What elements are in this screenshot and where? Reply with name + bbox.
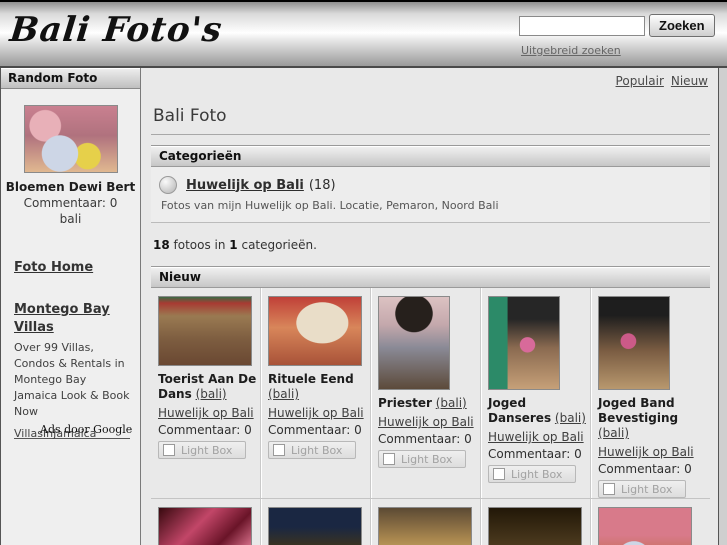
lightbox-checkbox[interactable] bbox=[273, 444, 285, 456]
populair-link[interactable]: Populair bbox=[616, 74, 664, 88]
random-foto-thumbnail[interactable] bbox=[23, 105, 118, 173]
photo-album-link[interactable]: Huwelijk op Bali bbox=[488, 430, 584, 444]
photo-card: Joged Danseres (bali) Huwelijk op Bali C… bbox=[481, 288, 591, 498]
photo-thumbnail[interactable] bbox=[378, 296, 450, 390]
photo-thumbnail[interactable] bbox=[158, 296, 252, 366]
category-bullet-icon bbox=[159, 176, 177, 194]
sidebar: Random Foto Bloemen Dewi Bert Commentaar… bbox=[1, 68, 141, 545]
lightbox-label: Light Box bbox=[621, 482, 673, 496]
foto-home-link[interactable]: Foto Home bbox=[14, 260, 93, 275]
photo-title: Rituele Eend bbox=[268, 372, 354, 386]
photo-card: Gekken Op Zn bbox=[151, 499, 261, 545]
lightbox-button[interactable]: Light Box bbox=[598, 480, 686, 498]
nieuw-link[interactable]: Nieuw bbox=[671, 74, 708, 88]
categories-section-header: Categorieën bbox=[151, 145, 710, 167]
photo-card: Gek bbox=[261, 499, 371, 545]
lightbox-button[interactable]: Light Box bbox=[488, 465, 576, 483]
photo-album-link[interactable]: Huwelijk op Bali bbox=[378, 415, 474, 429]
search-input[interactable] bbox=[519, 15, 645, 36]
summary-text-end: categorieën. bbox=[237, 238, 317, 252]
main-content: Populair Nieuw Bali Foto Categorieën Huwe… bbox=[141, 68, 718, 545]
photo-thumbnail[interactable] bbox=[158, 507, 252, 545]
lightbox-label: Light Box bbox=[181, 443, 233, 457]
site-logo: Bali Foto's bbox=[7, 10, 225, 50]
random-foto-block: Bloemen Dewi Bert Commentaar: 0 bali bbox=[1, 89, 140, 226]
category-description: Fotos van mijn Huwelijk op Bali. Locatie… bbox=[161, 199, 499, 212]
page-body: Random Foto Bloemen Dewi Bert Commentaar… bbox=[0, 68, 719, 545]
photo-comment: Commentaar: 0 bbox=[378, 432, 472, 446]
lightbox-checkbox[interactable] bbox=[383, 453, 395, 465]
photo-thumbnail[interactable] bbox=[598, 296, 670, 390]
lightbox-checkbox[interactable] bbox=[603, 483, 615, 495]
photo-card: Duurt Het Lang bbox=[591, 499, 701, 545]
photo-thumbnail[interactable] bbox=[488, 507, 582, 545]
photo-card: Joged Band Bevestiging (bali) Huwelijk o… bbox=[591, 288, 701, 498]
ads-by-google-label[interactable]: Ads door Google bbox=[40, 423, 132, 436]
photo-album-link[interactable]: Huwelijk op Bali bbox=[598, 445, 694, 459]
random-foto-category: bali bbox=[59, 212, 82, 226]
random-foto-header: Random Foto bbox=[1, 68, 140, 89]
summary-category-count: 1 bbox=[229, 238, 238, 252]
lightbox-checkbox[interactable] bbox=[493, 468, 505, 480]
lightbox-button[interactable]: Light Box bbox=[378, 450, 466, 468]
photo-album-link[interactable]: Huwelijk op Bali bbox=[158, 406, 254, 420]
photo-tag-link[interactable]: (bali) bbox=[268, 387, 299, 401]
search-area: Zoeken Uitgebreid zoeken bbox=[519, 14, 719, 58]
photo-thumbnail[interactable] bbox=[268, 296, 362, 366]
photo-card: Priester (bali) Huwelijk op Bali Comment… bbox=[371, 288, 481, 498]
photo-card: Rituele Eend (bali) Huwelijk op Bali Com… bbox=[261, 288, 371, 498]
lightbox-label: Light Box bbox=[291, 443, 343, 457]
search-button[interactable]: Zoeken bbox=[649, 14, 715, 37]
category-link[interactable]: Huwelijk op Bali bbox=[186, 178, 304, 193]
site-header: Bali Foto's Zoeken Uitgebreid zoeken bbox=[0, 0, 727, 68]
title-divider bbox=[151, 134, 710, 135]
random-foto-comment: Commentaar: 0 bbox=[23, 196, 118, 210]
lightbox-button[interactable]: Light Box bbox=[268, 441, 356, 459]
photo-comment: Commentaar: 0 bbox=[488, 447, 582, 461]
lightbox-label: Light Box bbox=[401, 452, 453, 466]
photo-tag-link[interactable]: (bali) bbox=[436, 396, 467, 410]
advanced-search-link[interactable]: Uitgebreid zoeken bbox=[521, 44, 621, 57]
photo-card: Gamelan Orkest bbox=[371, 499, 481, 545]
photo-card: Gamelan Avond bbox=[481, 499, 591, 545]
photo-summary: 18 fotoos in 1 categorieën. bbox=[153, 238, 710, 252]
random-foto-title: Bloemen Dewi Bert bbox=[5, 180, 136, 194]
sort-nav: Populair Nieuw bbox=[151, 74, 710, 88]
lightbox-label: Light Box bbox=[511, 467, 563, 481]
photo-tag-link[interactable]: (bali) bbox=[555, 411, 586, 425]
photo-title: Joged Band Bevestiging bbox=[598, 396, 679, 425]
google-ad: Montego Bay Villas Over 99 Villas, Condo… bbox=[1, 275, 140, 440]
page-title: Bali Foto bbox=[153, 106, 227, 126]
photo-thumbnail[interactable] bbox=[488, 296, 560, 390]
photo-comment: Commentaar: 0 bbox=[158, 423, 252, 437]
photo-title: Joged Danseres bbox=[488, 396, 552, 425]
photo-album-link[interactable]: Huwelijk op Bali bbox=[268, 406, 364, 420]
page: Bali Foto's Zoeken Uitgebreid zoeken Ran… bbox=[0, 0, 727, 545]
ad-body-text: Over 99 Villas, Condos & Rentals in Mont… bbox=[14, 341, 130, 418]
category-count: (18) bbox=[308, 177, 336, 193]
photo-tag-link[interactable]: (bali) bbox=[196, 387, 227, 401]
lightbox-checkbox[interactable] bbox=[163, 444, 175, 456]
photo-comment: Commentaar: 0 bbox=[598, 462, 692, 476]
nieuw-section-header: Nieuw bbox=[151, 266, 710, 288]
summary-photo-count: 18 bbox=[153, 238, 170, 252]
photo-thumbnail[interactable] bbox=[598, 507, 692, 545]
photo-grid-row-2: Gekken Op Zn Gek Gamelan Orkest Gamelan … bbox=[151, 498, 710, 545]
photo-title: Priester bbox=[378, 396, 432, 410]
ad-title-link[interactable]: Montego Bay Villas bbox=[14, 301, 110, 336]
photo-grid-row-1: Toerist Aan De Dans (bali) Huwelijk op B… bbox=[151, 288, 710, 498]
lightbox-button[interactable]: Light Box bbox=[158, 441, 246, 459]
photo-thumbnail[interactable] bbox=[378, 507, 472, 545]
photo-card: Toerist Aan De Dans (bali) Huwelijk op B… bbox=[151, 288, 261, 498]
photo-tag-link[interactable]: (bali) bbox=[598, 426, 629, 440]
summary-text: fotoos in bbox=[169, 238, 230, 252]
photo-thumbnail[interactable] bbox=[268, 507, 362, 545]
category-item: Huwelijk op Bali (18) Fotos van mijn Huw… bbox=[151, 167, 710, 223]
photo-comment: Commentaar: 0 bbox=[268, 423, 362, 437]
